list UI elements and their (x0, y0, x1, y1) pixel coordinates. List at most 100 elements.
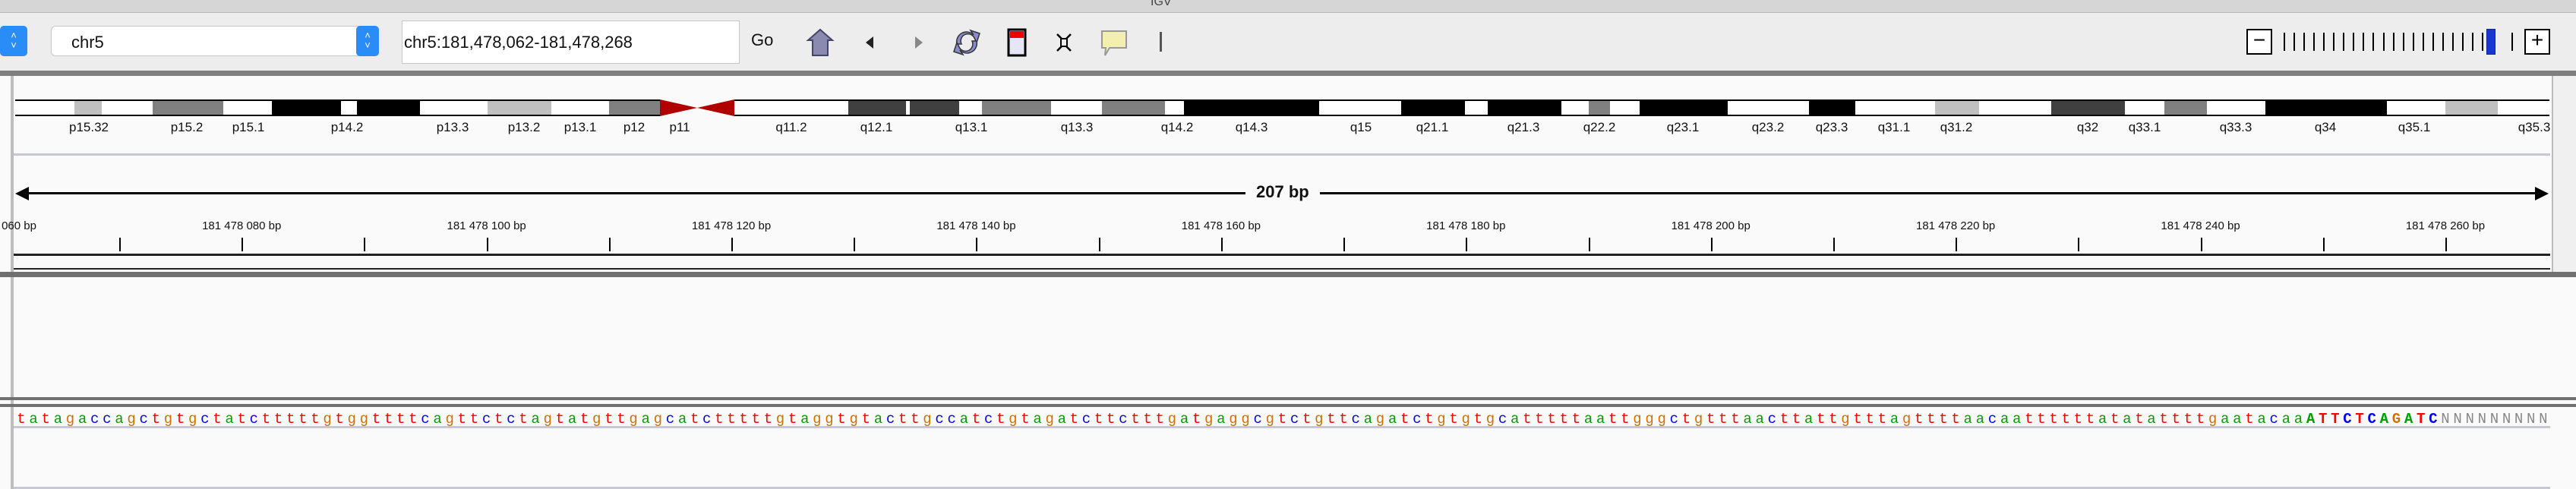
ideogram-band[interactable] (1488, 99, 1561, 116)
sequence-base: a (1387, 411, 1397, 427)
vertical-scrollbar[interactable] (2552, 76, 2576, 273)
ideogram-band[interactable] (1728, 99, 1809, 116)
locus-input[interactable]: chr5:181,478,062-181,478,268 (402, 21, 740, 64)
ideogram-band[interactable] (1102, 99, 1165, 116)
zoom-tick[interactable] (2461, 33, 2464, 51)
ideogram-band[interactable] (341, 99, 357, 116)
ideogram-band[interactable] (959, 99, 982, 116)
sequence-base: N (2539, 411, 2548, 427)
zoom-tick[interactable] (2451, 33, 2454, 51)
ideogram-band[interactable] (1979, 99, 2051, 116)
ideogram-band[interactable] (2498, 99, 2549, 116)
ideogram-band[interactable] (1319, 99, 1401, 116)
back-icon[interactable] (863, 28, 876, 57)
panel-splitter[interactable] (0, 272, 2576, 277)
zoom-slider-thumb[interactable] (2486, 29, 2496, 55)
sequence-base: N (2453, 411, 2462, 427)
ideogram-band[interactable] (734, 99, 848, 116)
sequence-base: c (1081, 411, 1091, 427)
ideogram-band[interactable] (2207, 99, 2265, 116)
sequence-base: N (2477, 411, 2486, 427)
ruler-tick-label: 181 478 080 bp (202, 219, 282, 232)
ideogram-band[interactable] (74, 99, 102, 116)
ideogram-band[interactable] (848, 99, 906, 116)
ideogram-band[interactable] (1640, 99, 1728, 116)
genome-select-spinner[interactable]: ˄ ˅ (0, 26, 27, 56)
zoom-tick[interactable] (2471, 33, 2473, 51)
panel-splitter[interactable] (0, 404, 2576, 407)
ideogram-band[interactable] (1561, 99, 1589, 116)
sequence-base: a (53, 411, 63, 427)
zoom-tick[interactable] (2343, 33, 2345, 51)
ideogram-band[interactable] (551, 99, 609, 116)
sequence-base: t (1535, 411, 1544, 427)
home-icon[interactable] (805, 28, 835, 57)
ideogram-band[interactable] (488, 99, 551, 116)
sequence-base: t (2135, 411, 2144, 427)
ideogram-band[interactable] (272, 99, 341, 116)
zoom-tick[interactable] (2392, 33, 2394, 51)
ideogram-band[interactable] (1589, 99, 1610, 116)
ideogram-band[interactable] (1935, 99, 1979, 116)
zoom-tick[interactable] (2412, 33, 2414, 51)
ideogram-band[interactable] (1401, 99, 1465, 116)
sequence-base: a (567, 411, 577, 427)
ideogram-band[interactable] (910, 99, 959, 116)
ideogram-band[interactable] (609, 99, 660, 116)
zoom-out-button[interactable]: − (2246, 29, 2272, 55)
ideogram-band[interactable] (102, 99, 153, 116)
ideogram-band[interactable] (1465, 99, 1488, 116)
zoom-in-button[interactable]: + (2524, 29, 2550, 55)
zoom-tick[interactable] (2442, 33, 2444, 51)
refresh-icon[interactable] (951, 28, 983, 57)
ideogram-band[interactable] (1165, 99, 1184, 116)
ideogram-band[interactable] (15, 99, 74, 116)
fit-to-window-icon[interactable] (1053, 28, 1075, 57)
ideogram-band[interactable] (420, 99, 488, 116)
zoom-tick[interactable] (2333, 33, 2335, 51)
ideogram-band[interactable] (1809, 99, 1855, 116)
sequence-base: g (1694, 411, 1703, 427)
sequence-base: T (2416, 411, 2426, 427)
ideogram-band[interactable] (2265, 99, 2387, 116)
ideogram-band[interactable] (2051, 99, 2125, 116)
sequence-base: t (41, 411, 50, 427)
zoom-tick[interactable] (2323, 33, 2325, 51)
ideogram-band[interactable] (357, 99, 420, 116)
panel-splitter[interactable] (0, 397, 2576, 400)
ideogram-band[interactable] (223, 99, 272, 116)
sequence-base: c (1290, 411, 1299, 427)
zoom-tick[interactable] (2422, 33, 2424, 51)
zoom-tick[interactable] (2313, 33, 2316, 51)
zoom-tick[interactable] (2372, 33, 2375, 51)
region-of-interest-icon[interactable] (1004, 28, 1030, 57)
ideogram-band[interactable] (1184, 99, 1319, 116)
zoom-tick[interactable] (2353, 33, 2355, 51)
ideogram-band[interactable] (1855, 99, 1935, 116)
zoom-tick[interactable] (2432, 33, 2434, 51)
forward-icon[interactable] (912, 28, 926, 57)
chevron-updown-icon[interactable]: ˄ ˅ (356, 26, 379, 56)
zoom-tick[interactable] (2303, 33, 2306, 51)
zoom-tick[interactable] (2511, 33, 2514, 51)
ideogram-band[interactable] (2164, 99, 2207, 116)
ideogram-band[interactable] (982, 99, 1051, 116)
zoom-tick[interactable] (2293, 33, 2296, 51)
popup-info-icon[interactable] (1100, 28, 1129, 57)
ideogram-band[interactable] (2387, 99, 2445, 116)
ideogram-band[interactable] (2125, 99, 2164, 116)
zoom-tick[interactable] (2363, 33, 2365, 51)
zoom-tick[interactable] (2402, 33, 2404, 51)
toolbar (0, 13, 2576, 71)
ideogram-band[interactable] (153, 99, 223, 116)
go-button[interactable]: Go (751, 30, 773, 50)
ruler-tick-label: 181 478 100 bp (447, 219, 526, 232)
ideogram-band[interactable] (1610, 99, 1640, 116)
ideogram-band[interactable] (1051, 99, 1102, 116)
ideogram-band[interactable] (2445, 99, 2498, 116)
zoom-tick[interactable] (2382, 33, 2385, 51)
zoom-tick[interactable] (2284, 33, 2285, 51)
zoom-tick[interactable] (2482, 33, 2483, 51)
chromosome-dropdown[interactable]: chr5 ˄ ˅ (51, 26, 379, 56)
locus-value: chr5:181,478,062-181,478,268 (404, 33, 633, 52)
